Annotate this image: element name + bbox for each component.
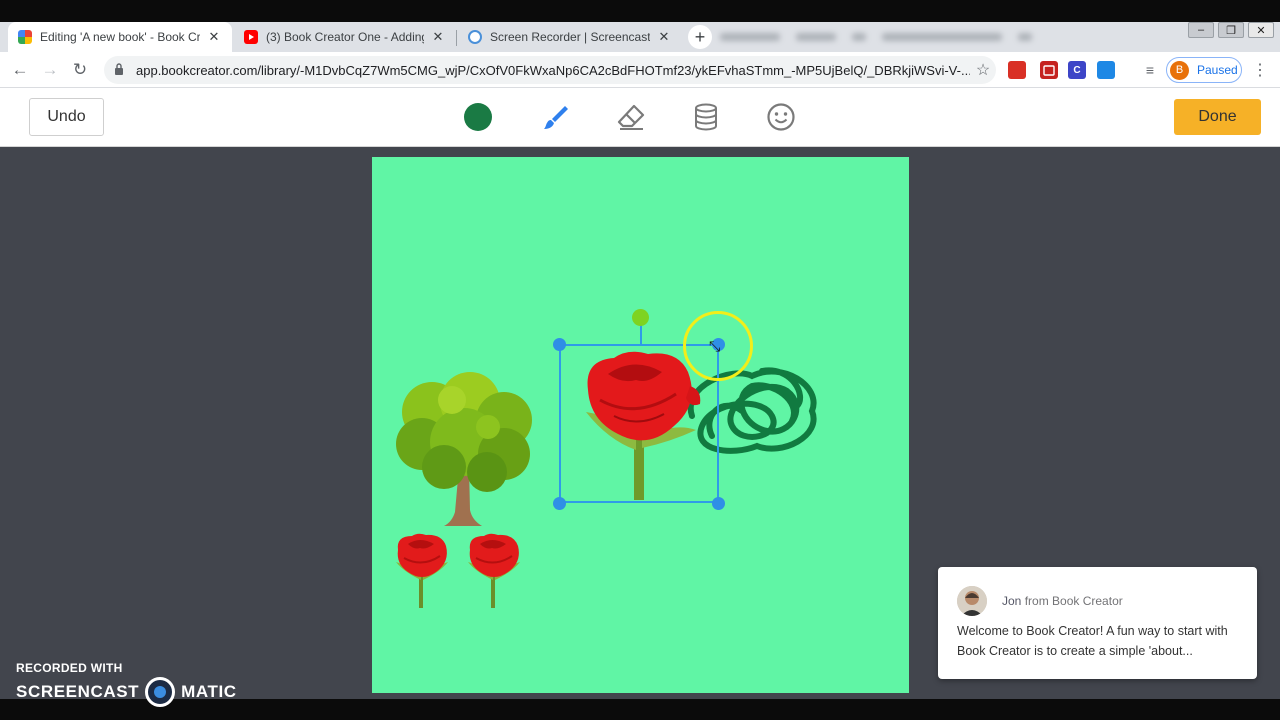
brush-icon[interactable] (541, 102, 571, 132)
more-menu-icon[interactable]: ⋮ (1252, 60, 1268, 80)
window-controls: – ❐ ✕ (1188, 22, 1274, 44)
url-text: app.bookcreator.com/library/-M1DvbCqZ7Wm… (136, 62, 970, 78)
profile-paused-button[interactable]: B Paused (1166, 57, 1242, 83)
extension-c-icon[interactable]: C (1068, 61, 1086, 79)
resize-cursor-icon: ⤡ (709, 338, 721, 354)
rotation-stem (640, 324, 642, 344)
small-rose-sticker[interactable] (390, 532, 454, 610)
tab-title: Editing 'A new book' - Book Creator (40, 30, 200, 44)
forward-arrow-icon[interactable]: → (38, 58, 62, 82)
emoji-icon[interactable] (766, 102, 796, 132)
tab-title: (3) Book Creator One - Adding Pictures (266, 30, 424, 44)
small-rose-sticker[interactable] (462, 532, 526, 610)
close-icon[interactable]: ✕ (656, 29, 672, 45)
tab-book-creator[interactable]: Editing 'A new book' - Book Creator ✕ (8, 22, 232, 52)
screen-top-strip (0, 0, 1280, 22)
profile-status: Paused (1197, 63, 1238, 77)
close-icon[interactable]: ✕ (206, 29, 222, 45)
restore-icon[interactable]: ❐ (1218, 22, 1244, 38)
extension-new-icon[interactable] (1097, 61, 1115, 79)
back-arrow-icon[interactable]: ← (8, 58, 32, 82)
stack-icon[interactable] (691, 102, 721, 132)
editor-toolbar: Undo Done (0, 88, 1280, 147)
lock-icon (114, 62, 128, 78)
tab-separator (456, 30, 457, 46)
reading-list-icon[interactable]: ≡ (1138, 58, 1162, 82)
screencast-logo-icon (145, 677, 176, 707)
watermark-recorded-with: RECORDED WITH (16, 661, 123, 675)
color-swatch-icon[interactable] (463, 102, 493, 132)
resize-handle-bottom-left[interactable] (553, 497, 566, 510)
reload-icon[interactable]: ↻ (68, 58, 92, 82)
youtube-favicon-icon (244, 30, 258, 44)
browser-address-bar: ← → ↻ app.bookcreator.com/library/-M1Dvb… (0, 52, 1280, 88)
tab-youtube[interactable]: (3) Book Creator One - Adding Pictures ✕ (234, 22, 456, 52)
chat-sender-name: Jon (1002, 594, 1022, 608)
tab-screencast[interactable]: Screen Recorder | Screencast-O-Matic ✕ (458, 22, 682, 52)
undo-button[interactable]: Undo (29, 98, 104, 136)
browser-tab-bar: Editing 'A new book' - Book Creator ✕ (3… (0, 22, 1280, 52)
resize-handle-top-left[interactable] (553, 338, 566, 351)
screencast-favicon-icon (468, 30, 482, 44)
tab-title: Screen Recorder | Screencast-O-Matic (490, 30, 650, 44)
resize-handle-bottom-right[interactable] (712, 497, 725, 510)
watermark-brand-left: SCREENCAST (16, 682, 140, 701)
bookmark-star-icon[interactable]: ☆ (970, 60, 996, 80)
tree-sticker[interactable] (392, 372, 538, 530)
extension-red-icon[interactable] (1008, 61, 1026, 79)
rotate-handle[interactable] (632, 309, 649, 326)
watermark-brand-right: MATIC (181, 682, 237, 701)
extension-badge-icon[interactable] (1040, 61, 1058, 79)
avatar (957, 586, 987, 616)
done-button[interactable]: Done (1174, 99, 1261, 135)
close-window-icon[interactable]: ✕ (1248, 22, 1274, 38)
watermark-logo: SCREENCAST MATIC (16, 677, 237, 707)
close-icon[interactable]: ✕ (430, 29, 446, 45)
chat-sender: Jon from Book Creator (1002, 594, 1123, 608)
minimize-icon[interactable]: – (1188, 22, 1214, 38)
chat-sender-suffix: from Book Creator (1024, 594, 1123, 608)
chat-message-text: Welcome to Book Creator! A fun way to st… (957, 624, 1228, 658)
new-tab-button[interactable]: + (688, 25, 712, 49)
url-omnibox[interactable]: app.bookcreator.com/library/-M1DvbCqZ7Wm… (104, 56, 996, 84)
avatar: B (1170, 60, 1189, 80)
blurred-background-tabs (720, 22, 1060, 52)
eraser-icon[interactable] (616, 102, 646, 132)
book-creator-favicon-icon (18, 30, 32, 44)
